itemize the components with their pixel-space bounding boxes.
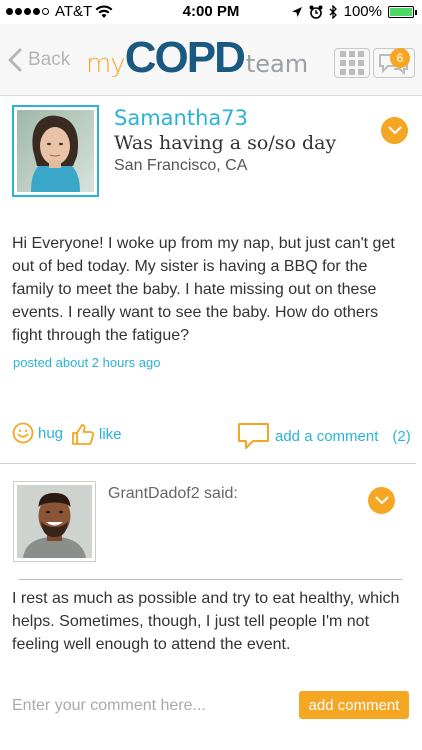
comment-author[interactable]: GrantDadof2 said: [108,485,238,503]
comment-options-button[interactable] [368,487,395,514]
speech-bubble-icon [238,423,269,449]
add-comment-button[interactable]: add comment [299,691,409,719]
back-button[interactable]: Back [8,48,70,72]
hug-label: hug [38,424,64,442]
post-location: San Francisco, CA [114,157,248,174]
location-arrow-icon [291,6,302,17]
comment-divider [19,579,402,580]
notification-badge: 6 [390,48,410,68]
bluetooth-icon [329,4,337,19]
post-timestamp: posted about 2 hours ago [13,355,161,370]
commenter-avatar[interactable] [13,481,96,562]
smiley-icon [12,422,34,444]
thumbs-up-icon [72,424,95,445]
status-right: 100% [291,3,417,20]
hug-button[interactable]: hug [12,422,63,444]
chevron-down-icon [388,126,401,134]
nav-bar: Back my COPD team 6 [0,24,422,96]
status-bar: AT&T 4:00 PM 100% [0,0,422,24]
alarm-icon [309,5,323,19]
add-comment-link[interactable]: add a comment (2) [237,422,411,450]
post-author-name[interactable]: Samantha73 [114,106,248,130]
like-label: like [99,425,122,443]
chevron-left-icon [8,48,22,72]
add-comment-label: add a comment [275,427,379,445]
post-options-button[interactable] [381,117,408,144]
logo-copd: COPD [124,33,246,82]
comment-count: (2) [392,427,411,445]
section-divider [0,463,416,464]
back-label: Back [28,49,71,70]
post-title: Was having a so/so day [114,132,337,154]
battery-icon [388,5,417,18]
post-body: Hi Everyone! I woke up from my nap, but … [12,235,395,344]
battery-percent: 100% [343,3,382,20]
app-logo: my COPD team [86,36,308,86]
grid-menu-button[interactable] [334,48,370,78]
author-avatar[interactable] [12,105,99,197]
logo-team: team [245,50,309,78]
like-button[interactable]: like [71,422,122,446]
chevron-down-icon [375,496,388,504]
comment-body: I rest as much as possible and try to ea… [12,590,400,653]
comment-input[interactable] [12,693,282,719]
logo-my: my [86,49,126,79]
post-actions: hug like add a comment (2) [0,418,422,450]
